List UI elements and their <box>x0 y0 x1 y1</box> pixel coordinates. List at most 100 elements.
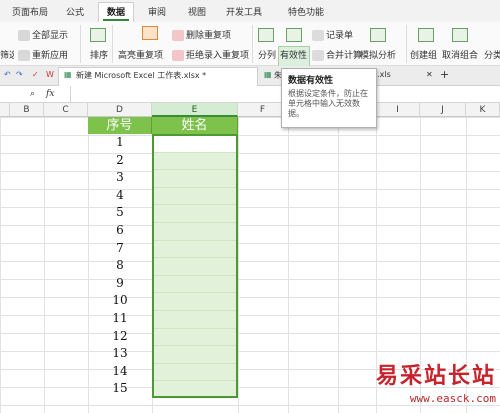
check-icon[interactable]: ✓ <box>32 70 39 79</box>
filter-button-partial[interactable]: 筛选 <box>0 48 14 61</box>
validity-button[interactable]: 有效性 <box>280 48 307 61</box>
column-header-c[interactable]: C <box>44 103 88 117</box>
active-cell[interactable] <box>154 136 236 152</box>
table-row-number[interactable]: 15 <box>88 380 152 397</box>
grid-line <box>238 117 239 413</box>
table-row-number[interactable]: 4 <box>88 187 152 204</box>
table-row-number[interactable]: 14 <box>88 363 152 380</box>
sheet-file-icon: ▦ <box>64 70 72 79</box>
grid-line <box>44 117 45 413</box>
column-header-k[interactable]: K <box>466 103 500 117</box>
filter-icon <box>18 30 30 41</box>
table-row-number[interactable]: 2 <box>88 152 152 169</box>
table-header-number[interactable]: 序号 <box>88 117 152 134</box>
group-icon <box>418 28 434 42</box>
column-header-e[interactable]: E <box>152 103 238 117</box>
menu-tab-special[interactable]: 特色功能 <box>288 5 324 18</box>
close-tab-icon[interactable]: ✕ <box>426 70 433 79</box>
magnifier-icon[interactable]: ⌕ <box>30 89 35 99</box>
table-row-number[interactable]: 12 <box>88 328 152 345</box>
table-row-number[interactable]: 6 <box>88 222 152 239</box>
formula-bar: ⌕ fx <box>0 86 500 103</box>
show-all-button[interactable]: 全部显示 <box>18 28 68 41</box>
highlight-duplicate-icon <box>142 26 158 40</box>
row-divider <box>154 292 236 294</box>
tooltip-title: 数据有效性 <box>288 76 334 86</box>
column-header-b[interactable]: B <box>10 103 44 117</box>
ungroup-icon <box>452 28 468 42</box>
refresh-icon <box>18 50 30 61</box>
ribbon-separator <box>112 25 113 63</box>
merge-calc-button[interactable]: 合并计算 <box>312 48 362 61</box>
ribbon-separator <box>252 25 253 63</box>
subtotal-button-partial[interactable]: 分类 <box>484 48 500 61</box>
menu-tab-page-layout[interactable]: 页面布局 <box>12 5 48 18</box>
reject-icon <box>172 50 184 61</box>
undo-icon[interactable]: ↶ <box>4 70 11 79</box>
sort-button[interactable]: 排序 <box>90 48 108 61</box>
table-row-number[interactable]: 5 <box>88 204 152 221</box>
column-header-i[interactable]: I <box>376 103 420 117</box>
create-group-button[interactable]: 创建组 <box>410 48 437 61</box>
table-row-number[interactable]: 8 <box>88 257 152 274</box>
select-all-corner[interactable] <box>0 103 10 117</box>
column-header-d[interactable]: D <box>88 103 152 117</box>
row-divider <box>154 239 236 241</box>
menu-tab-developer[interactable]: 开发工具 <box>226 5 262 18</box>
ungroup-button[interactable]: 取消组合 <box>442 48 478 61</box>
row-divider <box>154 274 236 276</box>
watermark-title: 易采站长站 <box>375 363 496 389</box>
menu-tab-view[interactable]: 视图 <box>188 5 206 18</box>
record-sheet-button[interactable]: 记录单 <box>312 28 353 41</box>
row-divider <box>154 169 236 171</box>
watermark-url: www.easck.com <box>409 392 496 405</box>
menu-tab-formula[interactable]: 公式 <box>66 5 84 18</box>
menu-tab-review[interactable]: 审阅 <box>148 5 166 18</box>
what-if-button[interactable]: 模拟分析 <box>360 48 396 61</box>
sheet-file-icon: ▦ <box>264 70 272 79</box>
form-icon <box>312 30 324 41</box>
menu-bar: 页面布局 公式 数据 审阅 视图 开发工具 特色功能 <box>0 0 500 22</box>
new-tab-button[interactable]: + <box>440 68 449 81</box>
merge-icon <box>312 50 324 61</box>
row-divider <box>154 186 236 188</box>
table-row-number[interactable]: 10 <box>88 292 152 309</box>
wps-logo-icon[interactable]: W <box>46 70 54 79</box>
column-header-j[interactable]: J <box>420 103 466 117</box>
active-document-title[interactable]: 新建 Microsoft Excel 工作表.xlsx * <box>76 70 206 81</box>
ribbon-separator <box>406 25 407 63</box>
row-divider <box>154 257 236 259</box>
watermark: 易采站长站 www.easck.com <box>376 358 496 405</box>
split-column-button[interactable]: 分列 <box>258 48 276 61</box>
grid-line <box>288 117 289 413</box>
delete-duplicate-icon <box>172 30 184 41</box>
table-row-number[interactable]: 7 <box>88 240 152 257</box>
tooltip-body: 根据设定条件，防止在单元格中输入无效数据。 <box>288 89 368 118</box>
reapply-button[interactable]: 重新应用 <box>18 48 68 61</box>
redo-icon[interactable]: ↷ <box>16 70 23 79</box>
table-row-number[interactable]: 13 <box>88 345 152 362</box>
menu-tab-data[interactable]: 数据 <box>98 2 135 22</box>
table-header-name[interactable]: 姓名 <box>152 117 238 134</box>
delete-duplicates-button[interactable]: 删除重复项 <box>172 28 231 41</box>
name-column-selection[interactable] <box>152 134 238 398</box>
fx-button[interactable]: fx <box>46 89 54 99</box>
row-divider <box>154 380 236 382</box>
table-row-number[interactable]: 9 <box>88 275 152 292</box>
row-divider <box>154 327 236 329</box>
row-divider <box>154 222 236 223</box>
validity-icon <box>286 28 302 42</box>
split-column-icon <box>258 28 274 42</box>
what-if-icon <box>370 28 386 42</box>
row-divider <box>154 345 236 347</box>
table-row-number[interactable]: 11 <box>88 310 152 327</box>
row-divider <box>154 362 236 364</box>
grid-line <box>338 117 339 413</box>
table-row-number[interactable]: 3 <box>88 169 152 186</box>
ribbon: 全部显示 重新应用 筛选 排序 高亮重复项 删除重复项 拒绝录入重复项 分列 有… <box>0 22 500 86</box>
reject-duplicates-button[interactable]: 拒绝录入重复项 <box>172 48 249 61</box>
table-row-number[interactable]: 1 <box>88 134 152 151</box>
row-divider <box>154 151 236 153</box>
sort-az-icon <box>90 28 106 42</box>
highlight-duplicates-button[interactable]: 高亮重复项 <box>118 48 163 61</box>
